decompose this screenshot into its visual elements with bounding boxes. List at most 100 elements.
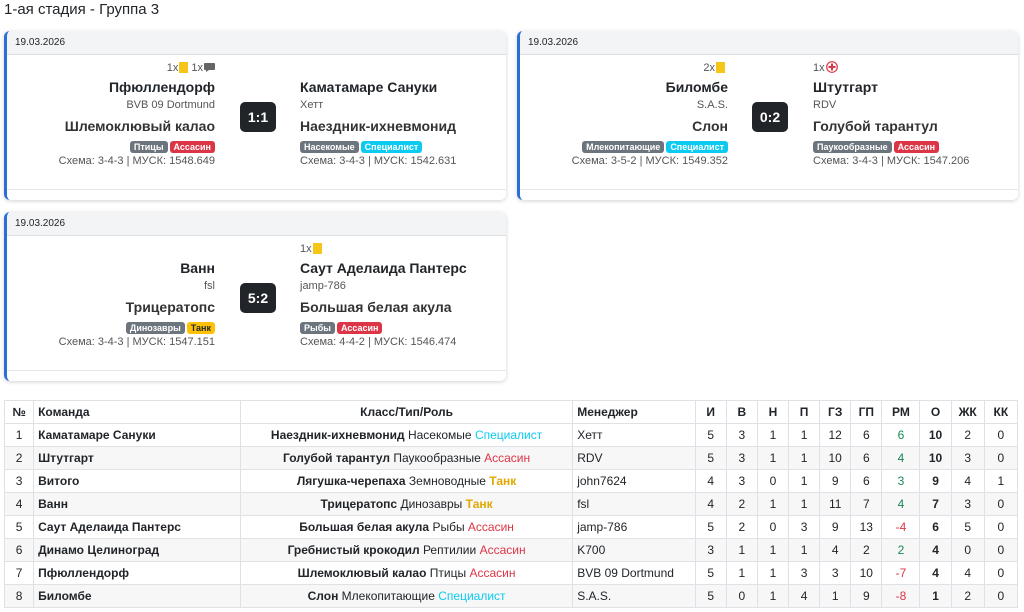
row-class-name: Большая белая акула xyxy=(299,520,430,534)
row-goal-diff: 2 xyxy=(881,538,921,562)
row-wins: 2 xyxy=(725,515,758,539)
row-played: 4 xyxy=(694,469,727,493)
row-goal-diff: 4 xyxy=(881,492,921,516)
row-played: 5 xyxy=(694,561,727,585)
row-losses: 3 xyxy=(788,515,821,539)
team-name[interactable]: Саут Аделаида Пантерс xyxy=(300,259,506,277)
row-goals-for: 12 xyxy=(819,423,852,447)
row-class: Большая белая акула Рыбы Ассасин xyxy=(239,515,574,539)
row-class: Слон Млекопитающие Специалист xyxy=(239,584,574,608)
team-class: Большая белая акула xyxy=(300,299,452,315)
team-cards xyxy=(300,61,506,75)
row-class: Шлемоклювый калао Птицы Ассасин xyxy=(239,561,574,585)
table-row[interactable]: 3 Витого Лягушка-черепаха Земноводные Танк… xyxy=(3,469,1019,493)
team-scheme: Схема: 4-4-2 | МУСК: 1546.474 xyxy=(300,336,457,348)
role-badge: Специалист xyxy=(360,141,423,153)
row-played: 5 xyxy=(694,584,727,608)
team-manager: fsl xyxy=(204,280,215,292)
table-row[interactable]: 1 Каматамаре Сануки Наездник-ихневмонид На… xyxy=(3,423,1019,447)
team-name[interactable]: Штутгарт xyxy=(813,78,1018,96)
type-badge: Рыбы xyxy=(300,322,335,334)
row-role: Ассасин xyxy=(469,566,516,580)
row-points: 4 xyxy=(919,538,952,562)
row-goal-diff: 6 xyxy=(881,423,921,447)
row-team[interactable]: Пфюллендорф xyxy=(33,561,241,585)
header-manager: Менеджер xyxy=(572,400,696,424)
row-played: 5 xyxy=(694,446,727,470)
team-manager: Хетт xyxy=(300,99,324,111)
row-pos: 5 xyxy=(3,515,35,539)
page-title: 1-ая стадия - Группа 3 xyxy=(4,1,160,18)
row-wins: 3 xyxy=(725,446,758,470)
team-name[interactable]: Ванн xyxy=(7,259,215,277)
match-score[interactable]: 1:1 xyxy=(240,102,276,132)
match-card[interactable]: 19.03.2026 Ванн fsl Трицератопс Динозавр… xyxy=(4,212,506,381)
match-score[interactable]: 5:2 xyxy=(240,283,276,313)
team-manager: jamp-786 xyxy=(300,280,346,292)
row-draws: 1 xyxy=(756,584,790,608)
row-pos: 3 xyxy=(3,469,35,493)
row-pos: 1 xyxy=(3,423,35,447)
row-goals-for: 11 xyxy=(819,492,852,516)
yellow-card-icon xyxy=(716,62,725,73)
row-red-cards: 0 xyxy=(983,446,1019,470)
row-type: Млекопитающие xyxy=(341,589,435,603)
team-name[interactable]: Каматамаре Сануки xyxy=(300,78,506,96)
table-row[interactable]: 4 Ванн Трицератопс Динозавры Танк fsl 4 2 1 1 11… xyxy=(3,492,1019,516)
row-losses: 1 xyxy=(788,446,821,470)
row-draws: 1 xyxy=(756,561,790,585)
match-card[interactable]: 19.03.2026 1x 1x Пфюллендорф BVB 09 Dortm… xyxy=(4,31,506,200)
row-team[interactable]: Биломбе xyxy=(33,584,241,608)
row-draws: 0 xyxy=(756,469,790,493)
table-row[interactable]: 5 Саут Аделаида Пантерс Большая белая акул… xyxy=(3,515,1019,539)
row-losses: 1 xyxy=(788,423,821,447)
type-badge: Динозавры xyxy=(125,322,185,334)
row-team[interactable]: Ванн xyxy=(33,492,241,516)
row-goals-for: 9 xyxy=(819,469,852,493)
row-red-cards: 0 xyxy=(983,538,1019,562)
table-row[interactable]: 6 Динамо Целиноград Гребнистый крокодил Ре… xyxy=(3,538,1019,562)
row-team[interactable]: Штутгарт xyxy=(33,446,241,470)
row-red-cards: 1 xyxy=(983,469,1019,493)
row-team[interactable]: Динамо Целиноград xyxy=(33,538,241,562)
row-losses: 1 xyxy=(788,492,821,516)
table-row[interactable]: 2 Штутгарт Голубой тарантул Паукообразные … xyxy=(3,446,1019,470)
row-wins: 3 xyxy=(725,423,758,447)
table-row[interactable]: 8 Биломбе Слон Млекопитающие Специалист S.A… xyxy=(3,584,1019,608)
row-losses: 1 xyxy=(788,538,821,562)
row-yellow-cards: 0 xyxy=(950,538,985,562)
match-score[interactable]: 0:2 xyxy=(752,102,788,132)
row-manager: fsl xyxy=(572,492,696,516)
row-team[interactable]: Витого xyxy=(33,469,241,493)
type-badge: Птицы xyxy=(129,141,168,153)
row-wins: 2 xyxy=(725,492,758,516)
table-row[interactable]: 7 Пфюллендорф Шлемоклювый калао Птицы Асса… xyxy=(3,561,1019,585)
row-goal-diff: -7 xyxy=(881,561,921,585)
row-team[interactable]: Саут Аделаида Пантерс xyxy=(33,515,241,539)
row-yellow-cards: 5 xyxy=(950,515,985,539)
role-badge: Специалист xyxy=(666,141,728,153)
row-draws: 1 xyxy=(756,492,790,516)
team-scheme: Схема: 3-5-2 | МУСК: 1549.352 xyxy=(571,155,728,167)
table-header-row: № Команда Класс/Тип/Роль Менеджер И В Н … xyxy=(3,400,1019,424)
team-scheme: Схема: 3-4-3 | МУСК: 1542.631 xyxy=(300,155,457,167)
match-date: 19.03.2026 xyxy=(520,31,1018,55)
team-name[interactable]: Пфюллендорф xyxy=(7,78,215,96)
row-team[interactable]: Каматамаре Сануки xyxy=(33,423,241,447)
row-goals-against: 7 xyxy=(850,492,883,516)
row-points: 7 xyxy=(919,492,952,516)
role-badge: Ассасин xyxy=(169,141,215,153)
yellow-card-icon xyxy=(312,243,322,254)
header-losses: П xyxy=(788,400,821,424)
row-type: Птицы xyxy=(429,566,467,580)
header-team: Команда xyxy=(33,400,241,424)
match-card[interactable]: 19.03.2026 2x Биломбе S.A.S. Слон Млекоп… xyxy=(517,31,1018,200)
row-class-name: Слон xyxy=(307,589,339,603)
team-scheme: Схема: 3-4-3 | МУСК: 1547.206 xyxy=(813,155,970,167)
away-team: Каматамаре Сануки Хетт Наездник-ихневмон… xyxy=(300,61,506,168)
row-red-cards: 0 xyxy=(983,584,1019,608)
row-played: 5 xyxy=(694,515,727,539)
team-name[interactable]: Биломбе xyxy=(520,78,728,96)
row-goal-diff: -8 xyxy=(881,584,921,608)
row-role: Специалист xyxy=(474,428,543,442)
